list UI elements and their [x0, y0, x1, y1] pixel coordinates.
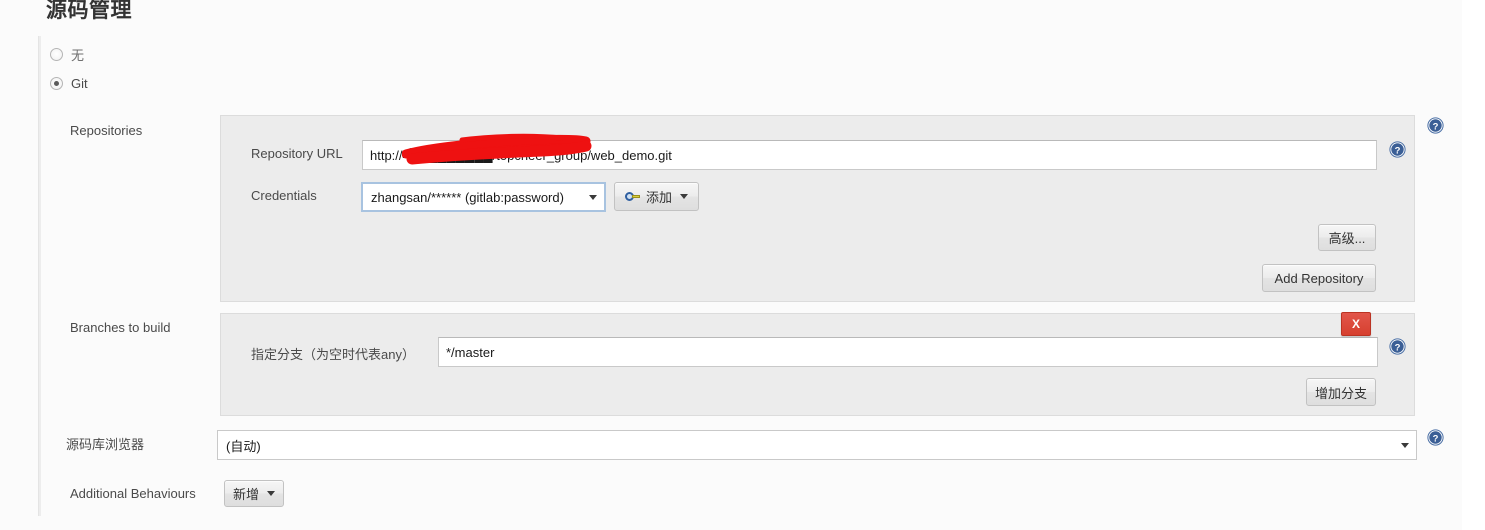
add-branch-button[interactable]: 增加分支: [1306, 378, 1376, 406]
radio-indicator-git[interactable]: [50, 77, 63, 90]
credentials-label: Credentials: [251, 188, 317, 203]
credentials-selected-value: zhangsan/****** (gitlab:password): [371, 189, 564, 205]
chevron-down-icon: [267, 491, 276, 496]
repo-browser-selected-value: (自动): [226, 438, 261, 454]
credentials-select[interactable]: zhangsan/****** (gitlab:password): [361, 182, 606, 212]
add-repository-button-label: Add Repository: [1274, 270, 1364, 286]
add-credentials-button-label: 添加: [646, 190, 673, 205]
help-icon-repositories[interactable]: ?: [1427, 117, 1444, 134]
repo-browser-label: 源码库浏览器: [66, 437, 145, 452]
add-branch-button-label: 增加分支: [1315, 385, 1368, 401]
scm-radio-git[interactable]: Git: [50, 76, 88, 91]
scm-radio-git-label: Git: [71, 76, 88, 91]
chevron-down-icon: [589, 195, 597, 200]
advanced-button-label: 高级...: [1328, 231, 1366, 246]
svg-text:?: ?: [1433, 121, 1439, 132]
help-icon-repository-url[interactable]: ?: [1389, 141, 1406, 158]
add-credentials-button[interactable]: 添加: [614, 182, 700, 211]
repository-url-input[interactable]: [362, 140, 1377, 170]
config-pane: 源码管理 无 Git Repositories Repository URL C…: [0, 0, 1462, 530]
branches-to-build-label: Branches to build: [70, 320, 171, 335]
chevron-down-icon: [680, 194, 689, 199]
section-indent-rule: [38, 36, 41, 516]
delete-branch-button-label: X: [1351, 317, 1360, 331]
scm-radio-none[interactable]: 无: [50, 45, 84, 64]
page-title: 源码管理: [46, 0, 132, 22]
branch-spec-input[interactable]: [438, 337, 1378, 367]
additional-behaviours-label: Additional Behaviours: [70, 486, 196, 501]
branch-spec-label: 指定分支（为空时代表any）: [251, 347, 415, 362]
additional-behaviours-add-button[interactable]: 新增: [224, 480, 284, 507]
scm-radio-none-label: 无: [71, 48, 85, 63]
help-icon-branch-spec[interactable]: ?: [1389, 338, 1406, 355]
delete-branch-button[interactable]: X: [1341, 312, 1371, 336]
key-icon: [625, 191, 640, 202]
repository-url-label: Repository URL: [251, 146, 343, 161]
repo-browser-select[interactable]: (自动): [217, 430, 1417, 460]
advanced-button[interactable]: 高级...: [1318, 224, 1376, 251]
add-repository-button[interactable]: Add Repository: [1262, 264, 1376, 292]
repositories-label: Repositories: [70, 123, 143, 138]
scm-config-page: 源码管理 无 Git Repositories Repository URL C…: [0, 0, 1485, 530]
help-icon-repo-browser[interactable]: ?: [1427, 429, 1444, 446]
svg-text:?: ?: [1433, 433, 1439, 444]
svg-text:?: ?: [1395, 145, 1401, 156]
svg-text:?: ?: [1395, 342, 1401, 353]
radio-indicator-none[interactable]: [50, 48, 63, 61]
additional-behaviours-add-label: 新增: [233, 487, 260, 502]
chevron-down-icon: [1401, 443, 1409, 448]
